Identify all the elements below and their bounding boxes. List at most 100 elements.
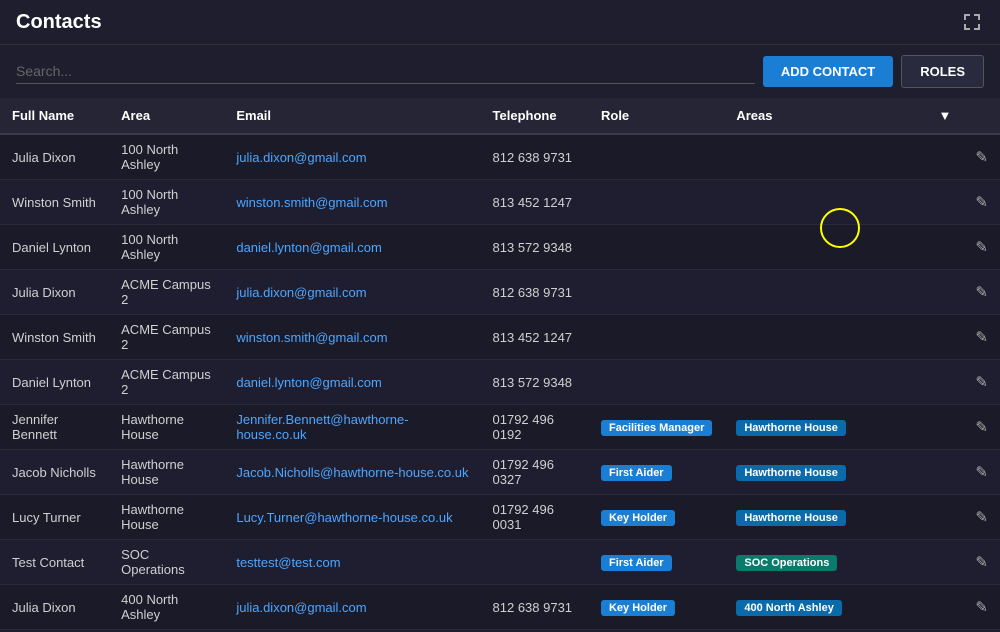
expand-icon[interactable] xyxy=(960,10,984,34)
table-row: Daniel Lynton100 North Ashley daniel.lynt… xyxy=(0,225,1000,270)
edit-icon[interactable]: ✎ xyxy=(975,464,988,481)
cell-area: Hawthorne House xyxy=(109,405,224,450)
cell-email[interactable]: winston.smith@gmail.com xyxy=(224,315,480,360)
cell-area: Hawthorne House xyxy=(109,495,224,540)
cell-empty xyxy=(927,270,964,315)
cell-area: ACME Campus 2 xyxy=(109,360,224,405)
app-container: Contacts ADD CONTACT ROLES Full Name Are… xyxy=(0,0,1000,632)
email-link[interactable]: daniel.lynton@gmail.com xyxy=(236,375,381,390)
cell-telephone: 01792 496 0327 xyxy=(481,450,589,495)
cell-areas xyxy=(724,180,926,225)
cell-role: Key Holder xyxy=(589,495,724,540)
cell-role: Key Holder xyxy=(589,585,724,630)
cell-edit[interactable]: ✎ xyxy=(963,540,1000,585)
cell-role: First Aider xyxy=(589,540,724,585)
search-input[interactable] xyxy=(16,59,755,84)
cell-telephone: 812 638 9731 xyxy=(481,134,589,180)
cell-email[interactable]: daniel.lynton@gmail.com xyxy=(224,225,480,270)
cell-email[interactable]: julia.dixon@gmail.com xyxy=(224,270,480,315)
cell-edit[interactable]: ✎ xyxy=(963,495,1000,540)
email-link[interactable]: daniel.lynton@gmail.com xyxy=(236,240,381,255)
cell-edit[interactable]: ✎ xyxy=(963,450,1000,495)
cell-email[interactable]: testtest@test.com xyxy=(224,540,480,585)
cell-role xyxy=(589,225,724,270)
table-row: Julia Dixon 400 North Ashley julia.dixon@g… xyxy=(0,585,1000,630)
cell-email[interactable]: daniel.lynton@gmail.com xyxy=(224,360,480,405)
cell-empty xyxy=(927,180,964,225)
cell-area: ACME Campus 2 xyxy=(109,270,224,315)
cell-full-name: Daniel Lynton xyxy=(0,225,109,270)
email-link[interactable]: julia.dixon@gmail.com xyxy=(236,600,366,615)
cell-telephone: 813 452 1247 xyxy=(481,180,589,225)
email-link[interactable]: winston.smith@gmail.com xyxy=(236,195,387,210)
email-link[interactable]: winston.smith@gmail.com xyxy=(236,330,387,345)
col-filter[interactable]: ▼ xyxy=(927,98,964,134)
cell-full-name: Julia Dixon xyxy=(0,270,109,315)
cell-full-name: Lucy Turner xyxy=(0,495,109,540)
cell-empty xyxy=(927,134,964,180)
cell-edit[interactable]: ✎ xyxy=(963,315,1000,360)
cell-full-name: Julia Dixon xyxy=(0,585,109,630)
edit-icon[interactable]: ✎ xyxy=(975,554,988,571)
role-badge: First Aider xyxy=(601,555,672,571)
col-edit-header xyxy=(963,98,1000,134)
cell-edit[interactable]: ✎ xyxy=(963,225,1000,270)
cell-edit[interactable]: ✎ xyxy=(963,360,1000,405)
edit-icon[interactable]: ✎ xyxy=(975,284,988,301)
email-link[interactable]: testtest@test.com xyxy=(236,555,340,570)
col-full-name: Full Name xyxy=(0,98,109,134)
edit-icon[interactable]: ✎ xyxy=(975,194,988,211)
cell-email[interactable]: julia.dixon@gmail.com xyxy=(224,585,480,630)
email-link[interactable]: Jennifer.Bennett@hawthorne-house.co.uk xyxy=(236,412,408,442)
cell-full-name: Winston Smith xyxy=(0,180,109,225)
edit-icon[interactable]: ✎ xyxy=(975,149,988,166)
cell-edit[interactable]: ✎ xyxy=(963,270,1000,315)
cell-edit[interactable]: ✎ xyxy=(963,134,1000,180)
edit-icon[interactable]: ✎ xyxy=(975,599,988,616)
cell-email[interactable]: Jacob.Nicholls@hawthorne-house.co.uk xyxy=(224,450,480,495)
email-link[interactable]: Lucy.Turner@hawthorne-house.co.uk xyxy=(236,510,452,525)
email-link[interactable]: julia.dixon@gmail.com xyxy=(236,150,366,165)
cell-email[interactable]: Lucy.Turner@hawthorne-house.co.uk xyxy=(224,495,480,540)
cell-edit[interactable]: ✎ xyxy=(963,405,1000,450)
cell-empty xyxy=(927,585,964,630)
cell-edit[interactable]: ✎ xyxy=(963,180,1000,225)
cell-full-name: Winston Smith xyxy=(0,315,109,360)
area-badge: SOC Operations xyxy=(736,555,837,571)
cell-role xyxy=(589,315,724,360)
cell-areas: 400 North Ashley xyxy=(724,585,926,630)
table-row: Test Contact SOC Operations testtest@test.… xyxy=(0,540,1000,585)
cell-areas: SOC Operations xyxy=(724,540,926,585)
cell-full-name: Jacob Nicholls xyxy=(0,450,109,495)
cell-area: 100 North Ashley xyxy=(109,225,224,270)
role-badge: Key Holder xyxy=(601,510,675,526)
email-link[interactable]: Jacob.Nicholls@hawthorne-house.co.uk xyxy=(236,465,468,480)
page-title: Contacts xyxy=(16,11,102,34)
edit-icon[interactable]: ✎ xyxy=(975,239,988,256)
col-telephone: Telephone xyxy=(481,98,589,134)
cell-email[interactable]: winston.smith@gmail.com xyxy=(224,180,480,225)
table-row: Lucy TurnerHawthorne House Lucy.Turner@ha… xyxy=(0,495,1000,540)
cell-email[interactable]: julia.dixon@gmail.com xyxy=(224,134,480,180)
cell-edit[interactable]: ✎ xyxy=(963,585,1000,630)
table-row: Jennifer BennettHawthorne HouseJennifer.… xyxy=(0,405,1000,450)
filter-icon[interactable]: ▼ xyxy=(939,108,952,123)
cell-area: 100 North Ashley xyxy=(109,180,224,225)
table-container[interactable]: Full Name Area Email Telephone Role Area… xyxy=(0,98,1000,632)
edit-icon[interactable]: ✎ xyxy=(975,329,988,346)
email-link[interactable]: julia.dixon@gmail.com xyxy=(236,285,366,300)
table-header-row: Full Name Area Email Telephone Role Area… xyxy=(0,98,1000,134)
edit-icon[interactable]: ✎ xyxy=(975,419,988,436)
role-badge: Facilities Manager xyxy=(601,420,712,436)
add-contact-button[interactable]: ADD CONTACT xyxy=(763,56,893,87)
cell-full-name: Test Contact xyxy=(0,540,109,585)
roles-button[interactable]: ROLES xyxy=(901,55,984,88)
edit-icon[interactable]: ✎ xyxy=(975,374,988,391)
cell-empty xyxy=(927,405,964,450)
table-row: Daniel LyntonACME Campus 2daniel.lynton@… xyxy=(0,360,1000,405)
cell-email[interactable]: Jennifer.Bennett@hawthorne-house.co.uk xyxy=(224,405,480,450)
cell-areas xyxy=(724,134,926,180)
edit-icon[interactable]: ✎ xyxy=(975,509,988,526)
cell-role xyxy=(589,270,724,315)
table-row: Winston SmithACME Campus 2winston.smith@… xyxy=(0,315,1000,360)
